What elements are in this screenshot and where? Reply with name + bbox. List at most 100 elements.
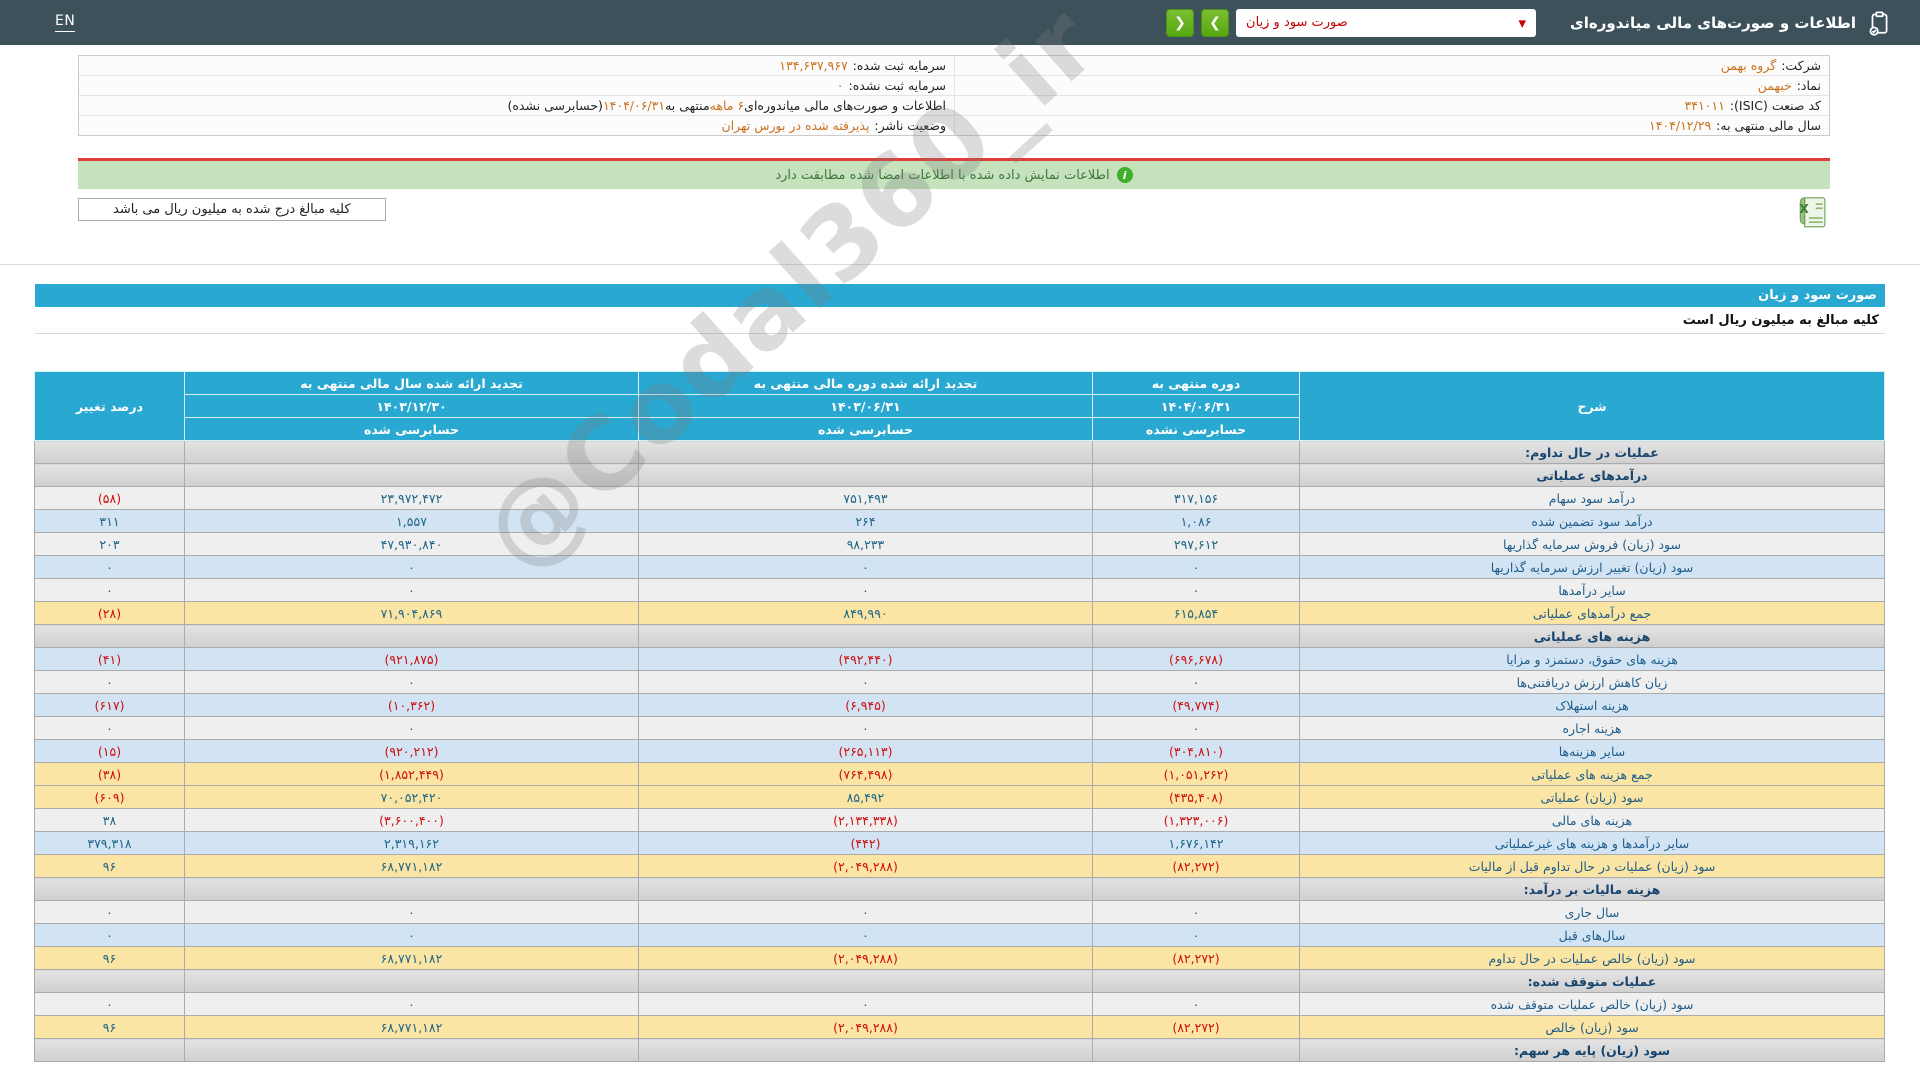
registered-capital-value: ۱۳۴,۶۳۷,۹۶۷ (779, 58, 848, 73)
isic-label: کد صنعت (ISIC): (1729, 98, 1821, 113)
value-restated-prior-year: ۶۸,۷۷۱,۱۸۲ (184, 1015, 639, 1039)
row-label: سود (زیان) عملیات در حال تداوم قبل از ما… (1299, 854, 1885, 878)
table-row: سال جاری ۰ ۰ ۰ ۰ (34, 900, 1885, 924)
value-restated-prior-period: ۸۵,۴۹۲ (638, 785, 1093, 809)
row-label: سود (زیان) خالص عملیات متوقف شده (1299, 992, 1885, 1016)
period-middle: منتهی به (665, 98, 710, 113)
value-restated-prior-year (184, 463, 639, 487)
nav-forward-button[interactable]: ❯ (1201, 8, 1230, 37)
statement-section: صورت سود و زیان کلیه مبالغ به میلیون ریا… (34, 284, 1885, 1062)
value-percent-change: (۶۰۹) (34, 785, 185, 809)
value-current-period: ۰ (1092, 578, 1300, 602)
listing-status-cell: وضعیت ناشر: پذیرفته شده در بورس تهران (79, 116, 954, 135)
english-language-link[interactable]: EN (55, 13, 76, 32)
statement-table-header: شرح دوره منتهی به تجدید ارائه شده دوره م… (34, 371, 1885, 441)
value-percent-change (34, 624, 185, 648)
value-percent-change: ۰ (34, 716, 185, 740)
value-current-period: ۰ (1092, 900, 1300, 924)
table-row: سود (زیان) عملیات در حال تداوم قبل از ما… (34, 854, 1885, 878)
value-restated-prior-period: (۴۴۲) (638, 831, 1093, 855)
isic-code-cell: کد صنعت (ISIC): ۳۴۱۰۱۱ (954, 96, 1829, 115)
value-restated-prior-period: (۶,۹۴۵) (638, 693, 1093, 717)
value-restated-prior-year (184, 1038, 639, 1062)
company-info-table: شرکت: گروه بهمن سرمایه ثبت شده: ۱۳۴,۶۳۷,… (78, 55, 1830, 136)
statement-unit-note: کلیه مبالغ به میلیون ریال است (35, 307, 1885, 334)
table-row: هزینه های مالی (۱,۳۲۳,۰۰۶) (۲,۱۳۴,۳۳۸) (۳,۶… (34, 808, 1885, 832)
signature-match-notice: i اطلاعات نمایش داده شده با اطلاعات امضا… (78, 161, 1830, 189)
info-icon: i (1116, 167, 1133, 183)
info-row-company: شرکت: گروه بهمن سرمایه ثبت شده: ۱۳۴,۶۳۷,… (79, 56, 1829, 76)
header-percent-change: درصد تغییر (34, 371, 185, 441)
value-percent-change: ۰ (34, 555, 185, 579)
row-label: سایر درآمدها و هزینه های غیرعملیاتی (1299, 831, 1885, 855)
symbol-label: نماد: (1796, 78, 1821, 93)
value-percent-change: ۰ (34, 900, 185, 924)
statement-title-bar: صورت سود و زیان (35, 284, 1885, 307)
value-restated-prior-period (638, 877, 1093, 901)
value-restated-prior-period: ۰ (638, 992, 1093, 1016)
table-row: هزینه اجاره ۰ ۰ ۰ ۰ (34, 716, 1885, 740)
period-months: ۶ ماهه (709, 98, 745, 113)
value-current-period: ۰ (1092, 670, 1300, 694)
row-label: سود (زیان) خالص عملیات در حال تداوم (1299, 946, 1885, 970)
value-restated-prior-period: (۲,۰۴۹,۲۸۸) (638, 854, 1093, 878)
section-row: عملیات متوقف شده: (34, 969, 1885, 993)
value-percent-change (34, 877, 185, 901)
value-percent-change: ۹۶ (34, 1015, 185, 1039)
value-current-period: (۸۲,۲۷۲) (1092, 854, 1300, 878)
value-restated-prior-year: ۷۰,۰۵۲,۴۲۰ (184, 785, 639, 809)
row-label: هزینه های مالی (1299, 808, 1885, 832)
header-description: شرح (1299, 371, 1885, 441)
value-restated-prior-period (638, 624, 1093, 648)
row-label: سود (زیان) پایه هر سهم: (1299, 1038, 1885, 1062)
value-current-period (1092, 440, 1300, 464)
excel-export-icon[interactable]: X (1796, 195, 1830, 235)
value-percent-change: (۴۱) (34, 647, 185, 671)
value-restated-prior-period: ۰ (638, 555, 1093, 579)
table-row: جمع درآمدهای عملیاتی ۶۱۵,۸۵۴ ۸۴۹,۹۹۰ ۷۱,۹۰۴… (34, 601, 1885, 625)
nav-back-button[interactable]: ❮ (1166, 8, 1195, 37)
company-label: شرکت: (1781, 58, 1821, 73)
value-restated-prior-year: ۰ (184, 670, 639, 694)
section-row: هزینه های عملیاتی (34, 624, 1885, 648)
value-percent-change (34, 1038, 185, 1062)
registered-capital-cell: سرمایه ثبت شده: ۱۳۴,۶۳۷,۹۶۷ (79, 56, 954, 75)
unregistered-capital-value: ۰ (836, 78, 844, 93)
report-type-selected: صورت سود و زیان (1246, 15, 1348, 30)
value-restated-prior-period: ۰ (638, 578, 1093, 602)
value-percent-change: (۱۵) (34, 739, 185, 763)
value-percent-change: ۲۰۳ (34, 532, 185, 556)
header-restated-period-title: تجدید ارائه شده دوره مالی منتهی به (638, 371, 1093, 395)
row-label: هزینه اجاره (1299, 716, 1885, 740)
table-row: سود (زیان) فروش سرمایه گذاریها ۲۹۷,۶۱۲ ۹۸,… (34, 532, 1885, 556)
statement-table-body: عملیات در حال تداوم: درآمدهای عملیاتی درآم… (34, 440, 1885, 1062)
info-row-fiscal-year: سال مالی منتهی به: ۱۴۰۴/۱۲/۲۹ وضعیت ناشر… (79, 116, 1829, 135)
value-percent-change: ۰ (34, 992, 185, 1016)
row-label: جمع هزینه های عملیاتی (1299, 762, 1885, 786)
value-restated-prior-period: ۰ (638, 923, 1093, 947)
value-current-period: (۴۹,۷۷۴) (1092, 693, 1300, 717)
value-restated-prior-year (184, 440, 639, 464)
value-current-period: (۴۳۵,۴۰۸) (1092, 785, 1300, 809)
value-restated-prior-year (184, 877, 639, 901)
value-current-period: ۶۱۵,۸۵۴ (1092, 601, 1300, 625)
value-restated-prior-period: ۸۴۹,۹۹۰ (638, 601, 1093, 625)
listing-status-label: وضعیت ناشر: (874, 118, 946, 133)
value-percent-change: ۰ (34, 578, 185, 602)
value-restated-prior-year: ۷۱,۹۰۴,۸۶۹ (184, 601, 639, 625)
value-restated-prior-period: (۴۹۲,۴۴۰) (638, 647, 1093, 671)
value-restated-prior-period: ۷۵۱,۴۹۳ (638, 486, 1093, 510)
value-restated-prior-year: ۰ (184, 992, 639, 1016)
value-current-period: (۸۲,۲۷۲) (1092, 1015, 1300, 1039)
report-type-dropdown[interactable]: ▾ صورت سود و زیان (1236, 8, 1537, 37)
value-current-period: ۱,۰۸۶ (1092, 509, 1300, 533)
value-restated-prior-year: ۶۸,۷۷۱,۱۸۲ (184, 854, 639, 878)
value-current-period: (۸۲,۲۷۲) (1092, 946, 1300, 970)
value-restated-prior-year: ۶۸,۷۷۱,۱۸۲ (184, 946, 639, 970)
value-restated-prior-period: (۲۶۵,۱۱۳) (638, 739, 1093, 763)
value-percent-change: ۹۶ (34, 946, 185, 970)
row-label: درآمد سود سهام (1299, 486, 1885, 510)
value-current-period: ۱,۶۷۶,۱۴۲ (1092, 831, 1300, 855)
section-row: عملیات در حال تداوم: (34, 440, 1885, 464)
symbol-cell: نماد: خبهمن (954, 76, 1829, 95)
